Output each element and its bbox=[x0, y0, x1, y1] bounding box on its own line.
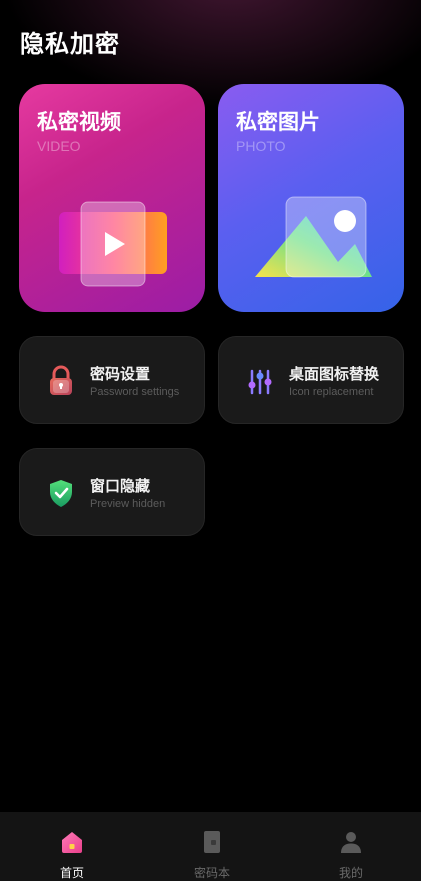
notebook-icon bbox=[204, 831, 220, 853]
tab-home-label: 首页 bbox=[59, 866, 84, 880]
tab-home[interactable]: 首页 bbox=[2, 812, 142, 881]
page-title: 隐私加密 bbox=[20, 30, 120, 58]
window-hide-card[interactable]: 窗口隐藏 Preview hidden bbox=[19, 448, 205, 536]
icon-replacement-card[interactable]: 桌面图标替换 Icon replacement bbox=[218, 336, 404, 424]
private-photo-card[interactable]: 私密图片 PHOTO bbox=[218, 84, 404, 312]
home-icon bbox=[62, 832, 82, 853]
password-settings-sublabel: Password settings bbox=[90, 386, 180, 398]
password-settings-card[interactable]: 密码设置 Password settings bbox=[19, 336, 205, 424]
tab-profile-label: 我的 bbox=[338, 866, 363, 880]
icon-replacement-sublabel: Icon replacement bbox=[289, 386, 374, 398]
private-photo-title: 私密图片 bbox=[236, 110, 320, 134]
tab-notebook-label: 密码本 bbox=[193, 866, 230, 880]
password-settings-label: 密码设置 bbox=[90, 365, 151, 383]
private-photo-subtitle: PHOTO bbox=[236, 138, 286, 154]
bottom-tab-bar: 首页 密码本 我的 bbox=[0, 812, 421, 881]
window-hide-label: 窗口隐藏 bbox=[90, 477, 151, 495]
private-video-subtitle: VIDEO bbox=[37, 138, 81, 154]
tab-notebook[interactable]: 密码本 bbox=[142, 812, 282, 881]
tab-profile[interactable]: 我的 bbox=[281, 812, 421, 881]
private-video-title: 私密视频 bbox=[37, 110, 121, 134]
user-icon bbox=[341, 832, 361, 853]
private-video-card[interactable]: 私密视频 VIDEO bbox=[19, 84, 205, 312]
sliders-icon bbox=[248, 369, 272, 395]
window-hide-sublabel: Preview hidden bbox=[90, 498, 166, 510]
lock-icon bbox=[50, 365, 72, 395]
shield-check-icon bbox=[50, 480, 72, 507]
icon-replacement-label: 桌面图标替换 bbox=[289, 365, 380, 383]
